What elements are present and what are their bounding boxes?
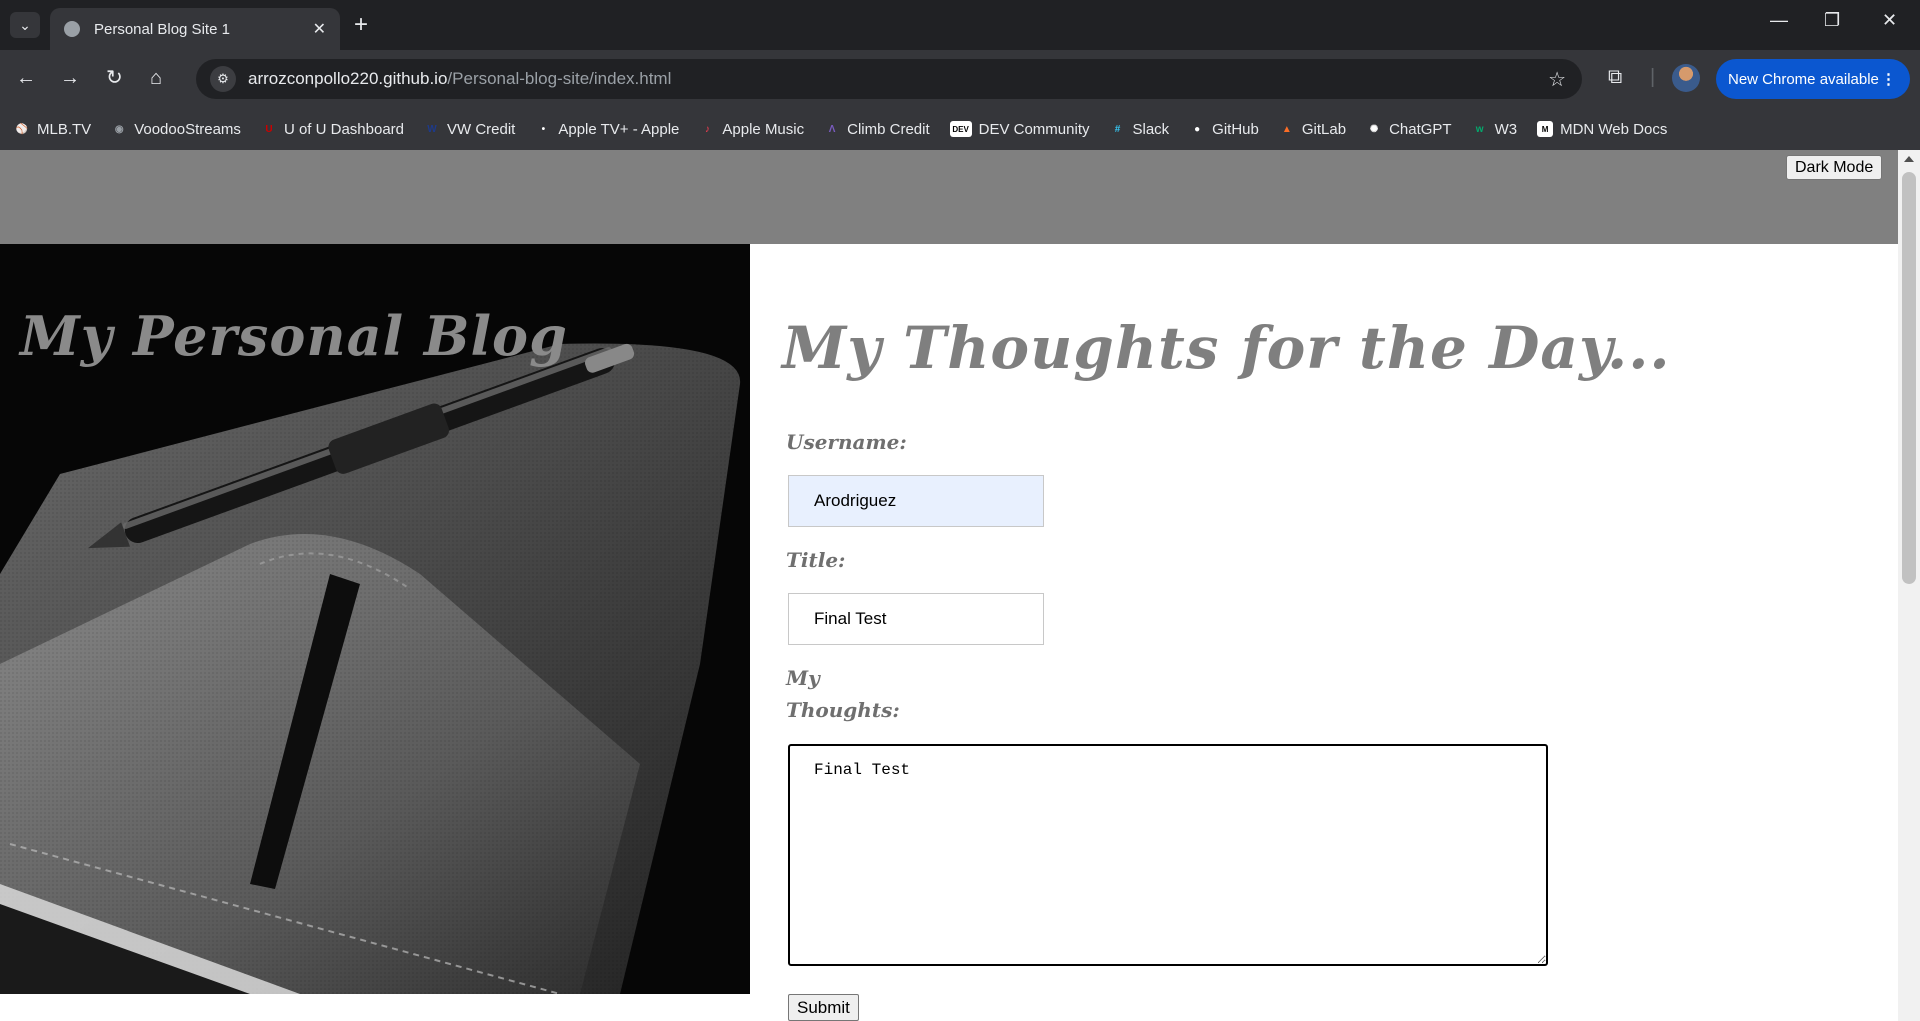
- climb-icon: Λ: [828, 123, 836, 135]
- url-path: /Personal-blog-site/index.html: [447, 69, 672, 88]
- bookmark-mlb[interactable]: ⚾ MLB.TV: [14, 121, 91, 138]
- music-icon: ♪: [704, 123, 710, 135]
- url-domain: arrozconpollo220.github.io: [248, 69, 448, 88]
- browser-toolbar: ← → ↻ ⌂ ⚙ arrozconpollo220.github.io/Per…: [0, 50, 1920, 108]
- home-icon[interactable]: ⌂: [150, 66, 162, 90]
- page-viewport: Dark Mode My Personal Blog My Thoughts f…: [0, 150, 1920, 1021]
- tab-title: Personal Blog Site 1: [94, 20, 230, 38]
- bookmark-label: MDN Web Docs: [1560, 120, 1668, 138]
- thoughts-label-line1: My: [786, 666, 820, 690]
- tab-search-button[interactable]: ⌄: [10, 12, 40, 38]
- back-arrow-icon[interactable]: ←: [16, 66, 36, 90]
- bookmark-label: Apple TV+ - Apple: [558, 120, 680, 138]
- bookmark-label: GitLab: [1301, 120, 1347, 138]
- bookmark-dev[interactable]: DEV DEV Community: [949, 120, 1090, 138]
- bookmark-github[interactable]: ● GitHub: [1189, 121, 1259, 138]
- submit-button[interactable]: Submit: [788, 994, 859, 1021]
- dark-mode-button[interactable]: Dark Mode: [1786, 155, 1883, 180]
- toolbar-divider: |: [1650, 66, 1656, 88]
- browser-tab[interactable]: Personal Blog Site 1 ✕: [50, 8, 340, 50]
- slack-icon: #: [1114, 123, 1121, 135]
- voodoo-icon: ◉: [114, 123, 124, 135]
- thoughts-label: My Thoughts:: [786, 662, 900, 726]
- w3-icon: w: [1475, 123, 1484, 135]
- bookmark-label: Climb Credit: [847, 120, 930, 138]
- bookmark-w3[interactable]: w W3: [1472, 120, 1518, 138]
- username-input[interactable]: [788, 475, 1044, 527]
- scroll-thumb[interactable]: [1902, 172, 1916, 584]
- hero-title: My Personal Blog: [20, 304, 568, 368]
- bookmark-label: VoodooStreams: [134, 120, 241, 138]
- bookmark-label: MLB.TV: [37, 120, 92, 138]
- bookmark-utah[interactable]: U U of U Dashboard: [261, 121, 404, 138]
- bookmark-apple[interactable]: • Apple TV+ - Apple: [535, 120, 680, 138]
- profile-avatar[interactable]: [1672, 64, 1700, 92]
- mdn-icon: M: [1537, 121, 1554, 137]
- bookmark-label: VW Credit: [447, 120, 516, 138]
- bookmark-label: W3: [1494, 120, 1518, 138]
- page-header: Dark Mode: [0, 150, 1898, 244]
- bookmark-voodoo[interactable]: ◉ VoodooStreams: [111, 121, 241, 138]
- bookmark-vw[interactable]: W VW Credit: [424, 121, 515, 138]
- bookmark-label: Slack: [1132, 120, 1170, 138]
- title-label: Title:: [786, 548, 846, 572]
- page-scrollbar[interactable]: [1898, 150, 1920, 1021]
- thoughts-label-line2: Thoughts:: [786, 698, 900, 722]
- blog-form-section: My Thoughts for the Day... Username: Tit…: [750, 244, 1898, 1021]
- site-info-icon[interactable]: ⚙: [210, 66, 236, 92]
- window-close-icon[interactable]: ✕: [1882, 10, 1897, 31]
- bookmark-star-icon[interactable]: ☆: [1548, 67, 1566, 92]
- restore-icon[interactable]: ❐: [1824, 10, 1840, 31]
- mlb-icon: ⚾: [15, 123, 29, 135]
- utah-icon: U: [265, 123, 273, 135]
- chrome-update-button[interactable]: New Chrome available ⋮: [1716, 59, 1910, 99]
- minimize-icon[interactable]: —: [1770, 10, 1788, 31]
- bookmark-label: DEV Community: [978, 120, 1090, 138]
- update-label: New Chrome available: [1728, 70, 1879, 88]
- vw-icon: W: [427, 123, 437, 135]
- bookmarks-bar: ⚾ MLB.TV ◉ VoodooStreams U U of U Dashboard W V…: [0, 108, 1920, 150]
- chatgpt-icon: ✺: [1369, 123, 1379, 135]
- gitlab-icon: ▲: [1281, 123, 1292, 135]
- extensions-icon[interactable]: ⧉: [1608, 66, 1622, 89]
- dev-icon: DEV: [949, 121, 972, 137]
- thoughts-textarea[interactable]: Final Test: [788, 744, 1548, 966]
- github-icon: ●: [1194, 123, 1201, 135]
- username-label: Username:: [786, 430, 907, 454]
- menu-dots-icon: ⋮: [1881, 71, 1896, 88]
- chevron-down-icon: ⌄: [19, 16, 31, 33]
- close-icon[interactable]: ✕: [313, 19, 326, 39]
- bookmark-label: Apple Music: [722, 120, 805, 138]
- bookmark-label: GitHub: [1212, 120, 1259, 138]
- url-text[interactable]: arrozconpollo220.github.io/Personal-blog…: [248, 69, 671, 89]
- reload-icon[interactable]: ↻: [106, 66, 123, 90]
- bookmark-climb[interactable]: Λ Climb Credit: [824, 121, 930, 138]
- address-bar[interactable]: ⚙ arrozconpollo220.github.io/Personal-bl…: [196, 59, 1582, 99]
- new-tab-button[interactable]: +: [354, 12, 368, 38]
- forward-arrow-icon[interactable]: →: [60, 66, 80, 90]
- globe-icon: [64, 21, 80, 37]
- bookmark-label: ChatGPT: [1389, 120, 1452, 138]
- apple-icon: •: [541, 123, 546, 135]
- bookmark-chatgpt[interactable]: ✺ ChatGPT: [1366, 121, 1452, 138]
- page-title: My Thoughts for the Day...: [782, 314, 1671, 382]
- bookmark-label: U of U Dashboard: [283, 120, 404, 138]
- bookmark-gitlab[interactable]: ▲ GitLab: [1279, 121, 1346, 138]
- bookmark-music[interactable]: ♪ Apple Music: [699, 121, 804, 138]
- hero-image: My Personal Blog: [0, 244, 750, 994]
- bookmark-mdn[interactable]: M MDN Web Docs: [1537, 121, 1667, 138]
- scroll-up-arrow-icon[interactable]: [1904, 156, 1914, 162]
- tab-strip: ⌄ Personal Blog Site 1 ✕ + — ❐ ✕: [0, 0, 1920, 50]
- title-input[interactable]: [788, 593, 1044, 645]
- bookmark-slack[interactable]: # Slack: [1109, 121, 1169, 138]
